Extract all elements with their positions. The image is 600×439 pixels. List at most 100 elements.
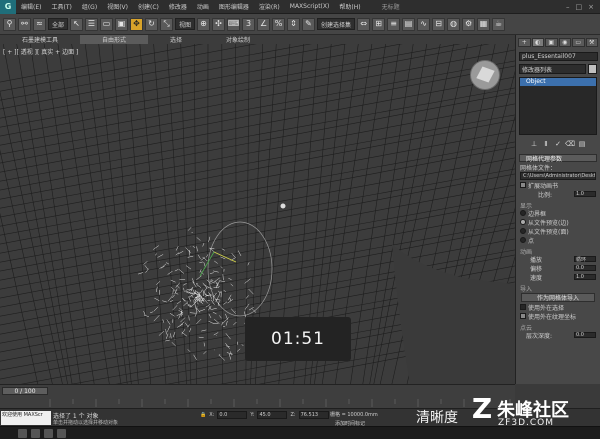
graphite-toggle-icon[interactable]: ▤ (402, 17, 416, 31)
menu-view[interactable]: 视图(V) (102, 2, 133, 11)
hierarchy-tab-icon[interactable]: ▣ (545, 38, 558, 47)
schematic-view-icon[interactable]: ⊟ (432, 17, 446, 31)
show-end-result-icon[interactable]: Ⅱ (542, 139, 551, 148)
object-name-field[interactable]: plus_Essentail007 (519, 52, 598, 61)
display-option-preview-faces[interactable]: 从文件预览(面) (516, 227, 600, 236)
menu-modifiers[interactable]: 修改器 (164, 2, 192, 11)
create-tab-icon[interactable]: + (518, 38, 531, 47)
mesh-proxy-rollout[interactable]: 网格代理参数 (519, 154, 597, 163)
modifier-stack-item[interactable]: Object (520, 78, 596, 86)
import-option-uv-checkbox[interactable] (520, 313, 526, 319)
taskbar-app-icon[interactable] (44, 428, 53, 438)
maximize-icon[interactable]: □ (576, 3, 583, 11)
app-logo-icon[interactable]: G (0, 0, 16, 14)
link-icon[interactable]: ⚲ (3, 17, 16, 31)
render-setup-icon[interactable]: ⚙ (462, 17, 476, 31)
quality-label[interactable]: 清晰度 (416, 407, 458, 427)
align-icon[interactable]: ⊞ (372, 17, 386, 31)
taskbar-app-icon[interactable] (57, 428, 66, 438)
motion-tab-icon[interactable]: ◉ (558, 38, 571, 47)
pin-stack-icon[interactable]: ⊥ (530, 139, 539, 148)
angle-snap-icon[interactable]: ∠ (257, 17, 271, 31)
menu-graph-editors[interactable]: 图形编辑器 (214, 2, 254, 11)
z-coordinate-field[interactable]: 76.513 (298, 411, 329, 419)
close-icon[interactable]: × (588, 3, 594, 11)
menu-edit[interactable]: 编辑(E) (16, 2, 46, 11)
import-option-selection[interactable]: 使用外在选择 (516, 303, 600, 312)
curve-editor-icon[interactable]: ∿ (417, 17, 431, 31)
perspective-viewport[interactable]: [ + ][ 透视 ][ 真实 + 边面 ] 01:51 (0, 44, 515, 384)
make-unique-icon[interactable]: ✓ (554, 139, 563, 148)
viewcube-icon[interactable] (470, 60, 500, 90)
anim-speed-spinner[interactable]: 1.0 (574, 274, 596, 280)
menu-rendering[interactable]: 渲染(R) (254, 2, 285, 11)
rect-selection-icon[interactable]: ▭ (100, 17, 114, 31)
taskbar-app-icon[interactable] (18, 428, 27, 438)
modify-tab-icon[interactable]: ◐ (531, 38, 544, 47)
y-coordinate-field[interactable]: 45.0 (257, 411, 288, 419)
keyboard-shortcut-icon[interactable]: ⌨ (227, 17, 241, 31)
display-option-preview-faces-radio[interactable] (520, 228, 526, 234)
timeline[interactable]: 0 / 100 (0, 384, 515, 408)
menu-tools[interactable]: 工具(T) (46, 2, 76, 11)
render-icon[interactable]: ☕ (492, 17, 506, 31)
points-depth-spinner[interactable]: 0.0 (574, 332, 596, 338)
edit-named-sets-icon[interactable]: ✎ (302, 17, 316, 31)
x-coordinate-field[interactable]: 0.0 (217, 411, 248, 419)
menu-group[interactable]: 组(G) (77, 2, 102, 11)
minimize-icon[interactable]: – (566, 3, 570, 11)
named-selection-dropdown[interactable]: 创建选择集 (317, 18, 356, 30)
select-rotate-icon[interactable]: ↻ (145, 17, 159, 31)
select-by-name-icon[interactable]: ☰ (85, 17, 99, 31)
configure-sets-icon[interactable]: ▤ (578, 139, 587, 148)
tab-freeform[interactable]: 自由形式 (80, 35, 149, 44)
tab-selection[interactable]: 选择 (148, 35, 204, 44)
selection-filter-dropdown[interactable]: 全部 (48, 18, 69, 30)
ref-coord-dropdown[interactable]: 视图 (175, 18, 196, 30)
display-option-points[interactable]: 点 (516, 236, 600, 245)
display-option-preview-edges-radio[interactable] (520, 219, 526, 225)
gizmo-axis-y[interactable] (199, 251, 215, 277)
window-crossing-icon[interactable]: ▣ (115, 17, 129, 31)
tab-graphite-modeling[interactable]: 石墨建模工具 (0, 35, 80, 44)
remove-modifier-icon[interactable]: ⌫ (565, 139, 575, 148)
menu-help[interactable]: 帮助(H) (334, 2, 365, 11)
proxy-file-path-field[interactable]: C:\Users\Administrator\Desktop\TeapotGro… (520, 172, 596, 180)
tab-object-paint[interactable]: 对象绘制 (204, 35, 272, 44)
object-color-swatch[interactable] (588, 64, 597, 74)
spinner-snap-icon[interactable]: ⇕ (287, 17, 301, 31)
select-object-icon[interactable]: ↖ (70, 17, 84, 31)
display-tab-icon[interactable]: ▭ (572, 38, 585, 47)
select-scale-icon[interactable]: ⤡ (160, 17, 174, 31)
display-option-points-radio[interactable] (520, 237, 526, 243)
display-option-bbox-radio[interactable] (520, 210, 526, 216)
modifier-list-dropdown[interactable]: 修改器列表 (519, 64, 586, 74)
display-option-preview-edges[interactable]: 从文件预览(边) (516, 218, 600, 227)
material-editor-icon[interactable]: ◍ (447, 17, 461, 31)
auto-flip-checkbox[interactable] (520, 182, 526, 188)
mesh-proxy-object[interactable] (137, 226, 258, 361)
import-option-selection-checkbox[interactable] (520, 304, 526, 310)
rendered-frame-icon[interactable]: ▦ (477, 17, 491, 31)
import-as-mesh-button[interactable]: 作为网格体导入 (521, 293, 595, 302)
layer-manager-icon[interactable]: ≡ (387, 17, 401, 31)
taskbar-app-icon[interactable] (31, 428, 40, 438)
modifier-stack[interactable]: Object (519, 77, 597, 135)
viewport-label[interactable]: [ + ][ 透视 ][ 真实 + 边面 ] (3, 47, 78, 56)
maxscript-listener[interactable]: 欢迎使用 MAXScr (1, 411, 51, 425)
unlink-icon[interactable]: ⚯ (18, 17, 31, 31)
select-manipulate-icon[interactable]: ✣ (212, 17, 226, 31)
mirror-icon[interactable]: ⇔ (357, 17, 371, 31)
menu-maxscript[interactable]: MAXScript(X) (285, 3, 335, 10)
lock-icon[interactable]: 🔒 (200, 412, 206, 418)
import-option-uv[interactable]: 使用外在纹理坐标 (516, 312, 600, 321)
anim-offset-spinner[interactable]: 0.0 (574, 265, 596, 271)
menu-animation[interactable]: 动画 (192, 2, 214, 11)
anim-playback-dropdown[interactable]: 循环 (574, 256, 596, 263)
bind-spacewarp-icon[interactable]: ≈ (33, 17, 46, 31)
pivot-center-icon[interactable]: ⊕ (197, 17, 211, 31)
auto-flip-row[interactable]: 扩展动画书 (516, 181, 600, 190)
select-move-icon[interactable]: ✥ (130, 17, 144, 31)
menu-create[interactable]: 创建(C) (133, 2, 164, 11)
snap-toggle-icon[interactable]: 3 (242, 17, 256, 31)
